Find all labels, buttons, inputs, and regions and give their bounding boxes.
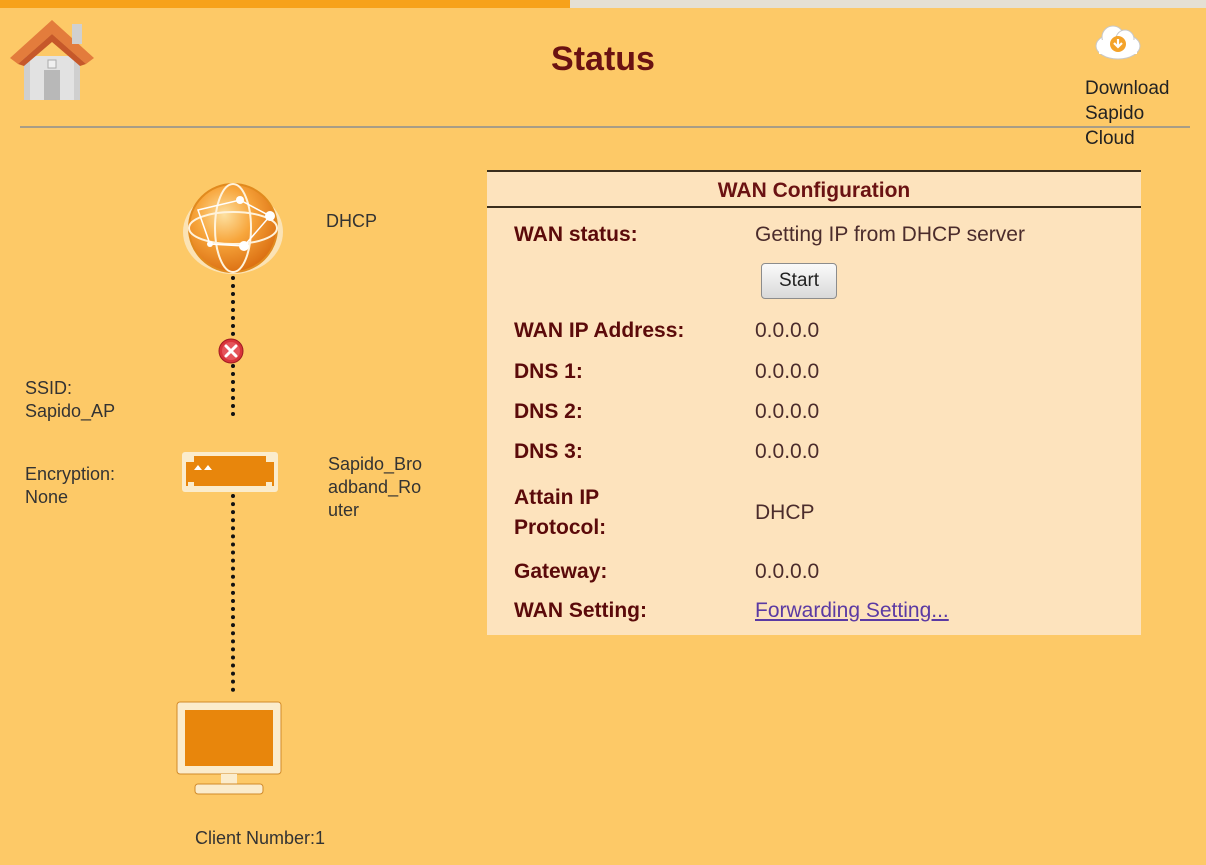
dns3-label: DNS 3: <box>514 440 583 463</box>
internet-globe-icon[interactable] <box>180 180 286 276</box>
top-accent-bar <box>0 0 570 8</box>
download-cloud-label: Download Sapido Cloud <box>1085 78 1170 149</box>
wan-connection-line <box>231 276 235 344</box>
wan-status-value: Getting IP from DHCP server <box>755 223 1025 246</box>
dns1-label: DNS 1: <box>514 360 583 383</box>
dns2-value: 0.0.0.0 <box>755 400 820 423</box>
router-name-label: Sapido_Bro adband_Ro uter <box>328 454 423 520</box>
wan-ip-label: WAN IP Address: <box>514 319 685 342</box>
client-monitor-icon[interactable] <box>175 700 283 798</box>
top-strip <box>570 0 1206 8</box>
dns3-value: 0.0.0.0 <box>755 440 820 463</box>
cloud-download-icon <box>1095 25 1141 60</box>
download-cloud-link[interactable]: Download Sapido Cloud <box>1085 22 1200 151</box>
forwarding-setting-link[interactable]: Forwarding Setting... <box>755 596 949 626</box>
wan-mode-label: DHCP <box>326 211 378 231</box>
ssid-label: SSID: Sapido_AP <box>25 378 116 421</box>
wan-status-label: WAN status: <box>514 223 638 246</box>
wan-setting-label: WAN Setting: <box>514 599 647 622</box>
gateway-label: Gateway: <box>514 560 608 583</box>
dns1-value: 0.0.0.0 <box>755 360 820 383</box>
wan-configuration-panel: WAN Configuration WAN status: Getting IP… <box>487 170 1141 635</box>
router-icon[interactable] <box>180 448 280 494</box>
wan-panel-title: WAN Configuration <box>487 170 1141 208</box>
start-button[interactable]: Start <box>761 263 837 299</box>
header-divider <box>20 126 1190 128</box>
wan-ip-value: 0.0.0.0 <box>755 319 820 342</box>
client-number-label: Client Number:1 <box>195 828 326 848</box>
wan-connection-line-lower <box>231 364 235 416</box>
encryption-label: Encryption: None <box>25 464 116 507</box>
attain-ip-protocol-value: DHCP <box>755 501 815 524</box>
attain-ip-protocol-label: Attain IP Protocol: <box>514 486 607 539</box>
disconnected-error-icon <box>218 338 244 364</box>
lan-connection-line <box>231 494 235 692</box>
gateway-value: 0.0.0.0 <box>755 560 820 583</box>
dns2-label: DNS 2: <box>514 400 583 423</box>
page-title: Status <box>551 40 655 78</box>
